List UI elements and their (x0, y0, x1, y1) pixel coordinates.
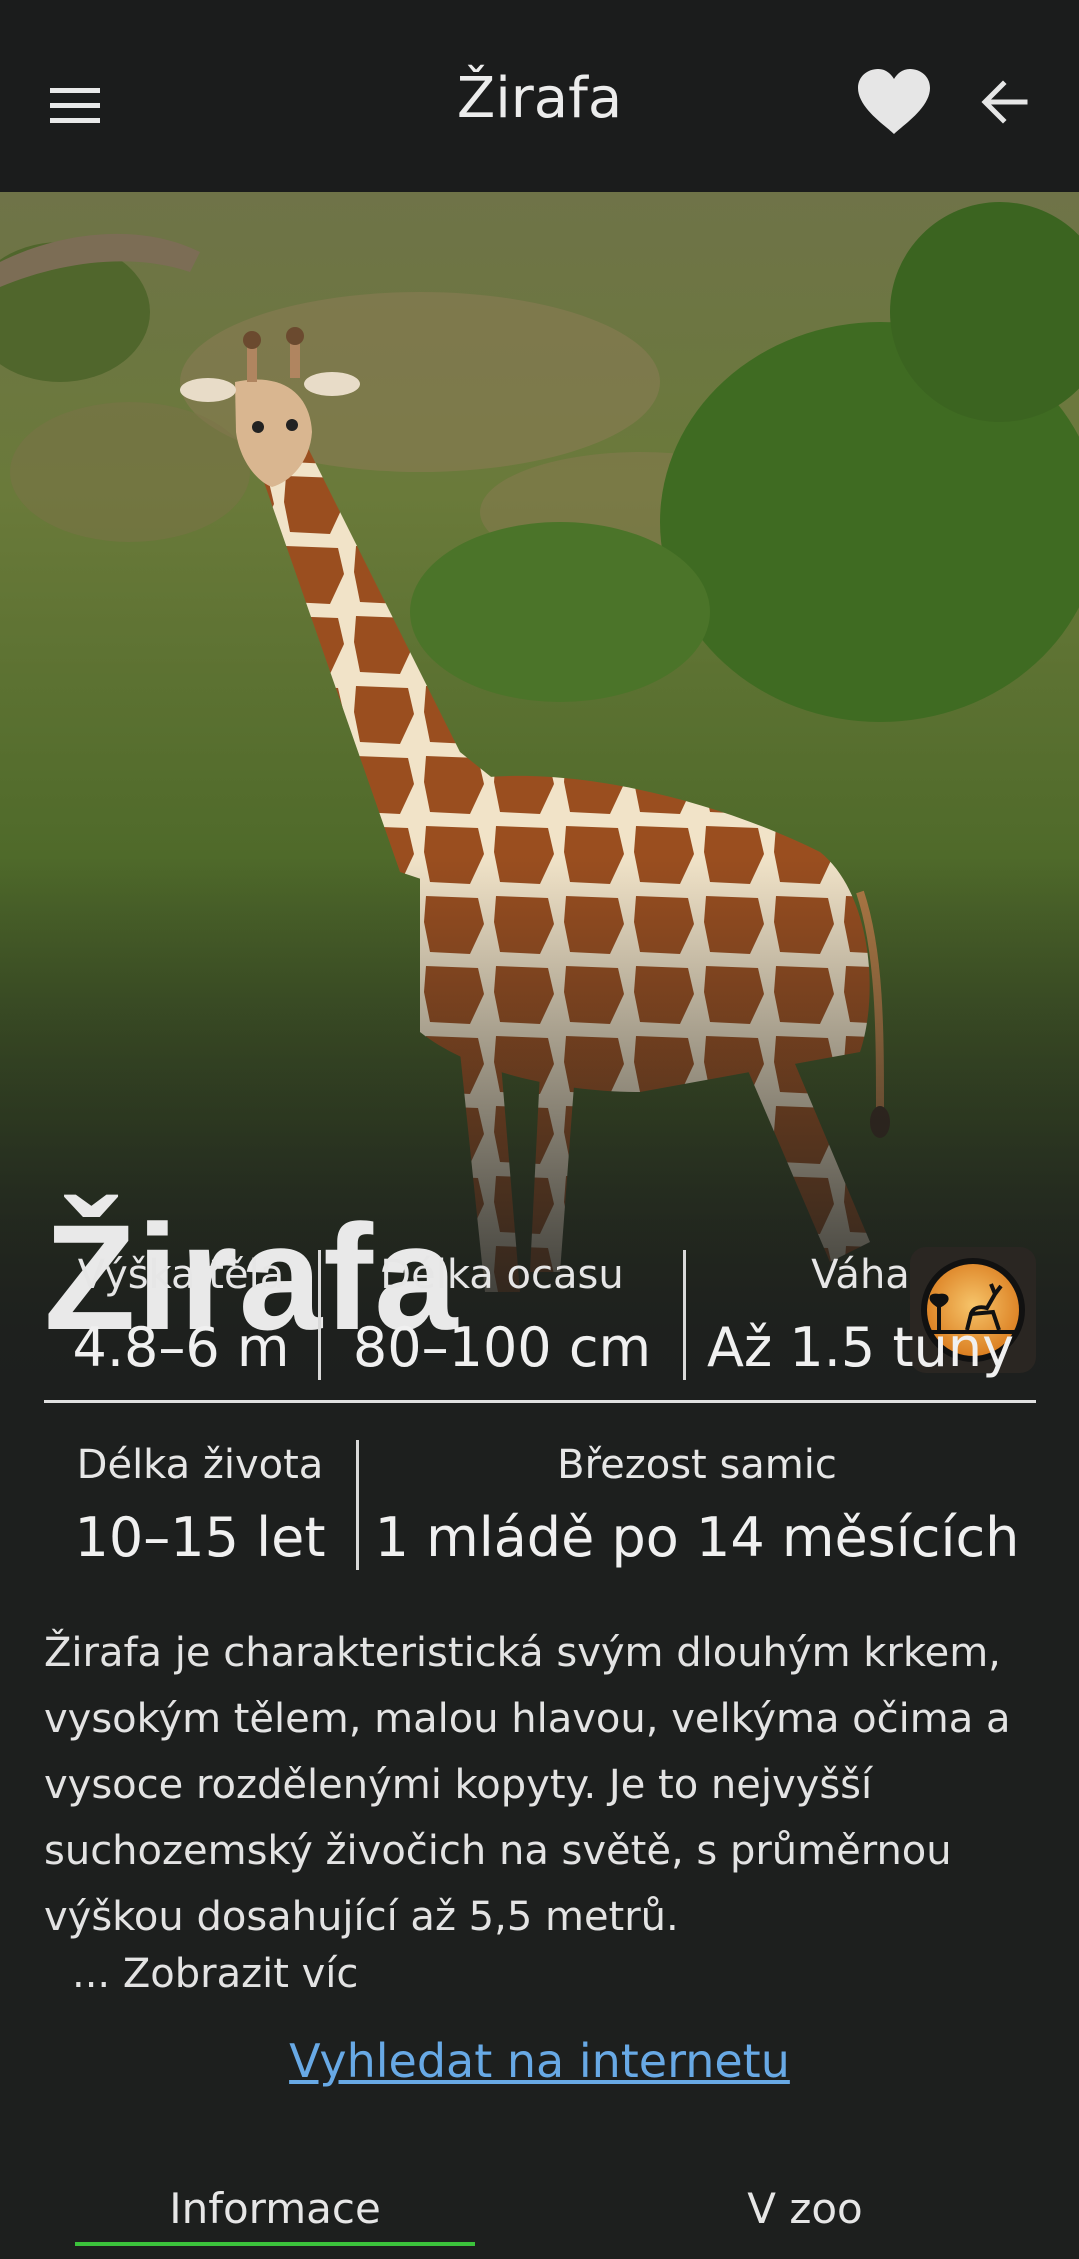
stat-label: Výška těla (77, 1251, 285, 1298)
arrow-left-icon (981, 80, 1028, 124)
stat-gestation: Březost samic 1 mládě po 14 měsících (359, 1440, 1035, 1570)
description-line: vysokým tělem, malou hlavou, velkýma oči… (44, 1696, 1011, 1742)
heart-icon (858, 69, 930, 134)
stat-body-height: Výška těla 4.8–6 m (44, 1250, 318, 1380)
favorite-button[interactable] (848, 56, 940, 148)
search-internet-link[interactable]: Vyhledat na internetu (0, 2034, 1079, 2088)
description-line: suchozemský živočich na světě, s průměrn… (44, 1828, 952, 1874)
stat-label: Délka života (76, 1441, 324, 1488)
description-text: Žirafa je charakteristická svým dlouhým … (44, 1620, 1044, 1950)
tab-information[interactable]: Informace (75, 2184, 475, 2233)
show-more-button[interactable]: ... Zobrazit víc (72, 1951, 358, 1997)
tab-in-zoo[interactable]: V zoo (605, 2184, 1005, 2233)
stat-value: Až 1.5 tuny (706, 1315, 1015, 1379)
top-app-bar: Žirafa (0, 0, 1079, 192)
stat-weight: Váha Až 1.5 tuny (686, 1250, 1035, 1380)
stat-lifespan: Délka života 10–15 let (44, 1440, 356, 1570)
stats-row-1: Výška těla 4.8–6 m Délka ocasu 80–100 cm… (44, 1250, 1035, 1380)
active-tab-indicator (75, 2242, 475, 2246)
divider (44, 1400, 1036, 1403)
stat-value: 80–100 cm (352, 1315, 652, 1379)
description-line: Žirafa je charakteristická svým dlouhým … (44, 1630, 1001, 1676)
stat-tail-length: Délka ocasu 80–100 cm (321, 1250, 683, 1380)
hero-image: Žirafa (0, 192, 1079, 1400)
stat-label: Březost samic (557, 1441, 837, 1488)
stat-value: 1 mládě po 14 měsících (374, 1505, 1020, 1569)
stat-value: 10–15 let (74, 1505, 326, 1569)
description-line: výškou dosahující až 5,5 metrů. (44, 1894, 679, 1940)
stat-value: 4.8–6 m (72, 1315, 290, 1379)
stat-label: Váha (811, 1251, 910, 1298)
tab-bar: Informace V zoo (0, 2160, 1079, 2259)
stat-label: Délka ocasu (380, 1251, 624, 1298)
back-button[interactable] (958, 56, 1050, 148)
stats-row-2: Délka života 10–15 let Březost samic 1 m… (44, 1440, 1035, 1570)
description-line: vysoce rozdělenými kopyty. Je to nejvyšš… (44, 1762, 873, 1808)
